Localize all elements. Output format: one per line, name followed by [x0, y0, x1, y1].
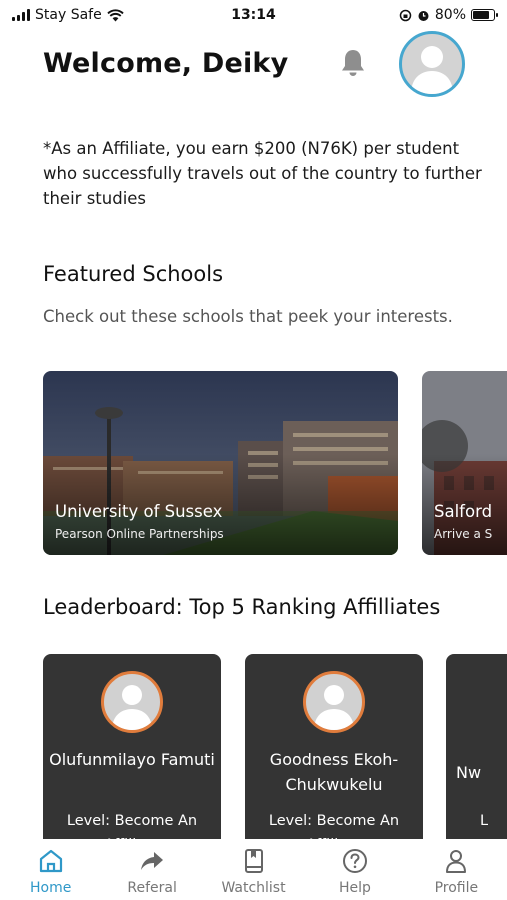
battery-percent: 80%: [434, 7, 466, 23]
home-icon: [39, 849, 62, 873]
school-name: University of Sussex: [55, 502, 223, 521]
nav-help-label: Help: [338, 880, 371, 896]
school-name: Salford: [434, 502, 493, 521]
status-time: 13:14: [231, 7, 276, 23]
alarm-icon: [418, 10, 429, 21]
featured-schools-subtitle: Check out these schools that peek your i…: [43, 307, 453, 326]
affiliate-info-text: *As an Affiliate, you earn $200 (N76K) p…: [43, 139, 482, 208]
header: Welcome, Deiky: [0, 30, 507, 100]
nav-profile[interactable]: Profile: [406, 839, 507, 900]
leader-card[interactable]: Goodness Ekoh-Chukwukelu Level: Become A…: [245, 654, 423, 839]
question-circle-icon: [342, 849, 367, 873]
battery-icon: [471, 9, 498, 21]
avatar: [101, 671, 163, 733]
leader-level: Level: Become An Affiliate: [66, 813, 198, 839]
nav-watchlist[interactable]: Watchlist: [203, 839, 304, 900]
share-arrow-icon: [141, 852, 164, 870]
school-partner: Arrive a S: [434, 527, 493, 541]
leader-name: Olufunmilayo Famuti: [49, 750, 215, 769]
user-silhouette-icon: [314, 685, 354, 730]
bookmark-book-icon: [244, 849, 263, 873]
school-partner: Pearson Online Partnerships: [55, 527, 224, 541]
carrier-name: Stay Safe: [35, 7, 102, 23]
nav-home-label: Home: [30, 880, 72, 896]
leader-name: Goodness Ekoh-Chukwukelu: [269, 750, 399, 794]
nav-help[interactable]: Help: [304, 839, 405, 900]
signal-icon: [12, 9, 30, 21]
nav-profile-label: Profile: [434, 880, 479, 896]
leaderboard-carousel[interactable]: Olufunmilayo Famuti Level: Become An Aff…: [43, 654, 507, 839]
avatar: [303, 671, 365, 733]
leader-card[interactable]: Olufunmilayo Famuti Level: Become An Aff…: [43, 654, 221, 839]
person-icon: [446, 850, 467, 873]
nav-home[interactable]: Home: [0, 839, 101, 900]
nav-referal-label: Referal: [127, 880, 177, 896]
school-card[interactable]: Salford Arrive a S: [422, 371, 507, 555]
leader-level: Level: Become An Affiliate: [268, 813, 400, 839]
status-bar: Stay Safe 13:14 80%: [0, 0, 507, 30]
rotation-lock-icon: [399, 9, 412, 21]
featured-schools-carousel[interactable]: University of Sussex Pearson Online Part…: [43, 371, 507, 555]
bottom-nav: Home Referal Watchlist Help Profile: [0, 839, 507, 900]
status-right: 80%: [325, 7, 498, 23]
leader-card[interactable]: Nw L: [446, 654, 507, 839]
profile-avatar[interactable]: [399, 31, 465, 97]
user-silhouette-icon: [411, 46, 453, 94]
leader-name: Nw: [456, 763, 482, 782]
school-card[interactable]: University of Sussex Pearson Online Part…: [43, 371, 398, 555]
nav-referal[interactable]: Referal: [101, 839, 202, 900]
status-left: Stay Safe: [12, 7, 182, 23]
leaderboard-title: Leaderboard: Top 5 Ranking Affilliates: [43, 595, 441, 619]
featured-schools-title: Featured Schools: [43, 262, 224, 286]
user-silhouette-icon: [112, 685, 152, 730]
leader-level: L: [480, 813, 489, 829]
welcome-title: Welcome, Deiky: [43, 48, 289, 79]
nav-watchlist-label: Watchlist: [221, 880, 286, 896]
wifi-icon: [107, 8, 124, 21]
bell-icon[interactable]: [339, 48, 367, 78]
